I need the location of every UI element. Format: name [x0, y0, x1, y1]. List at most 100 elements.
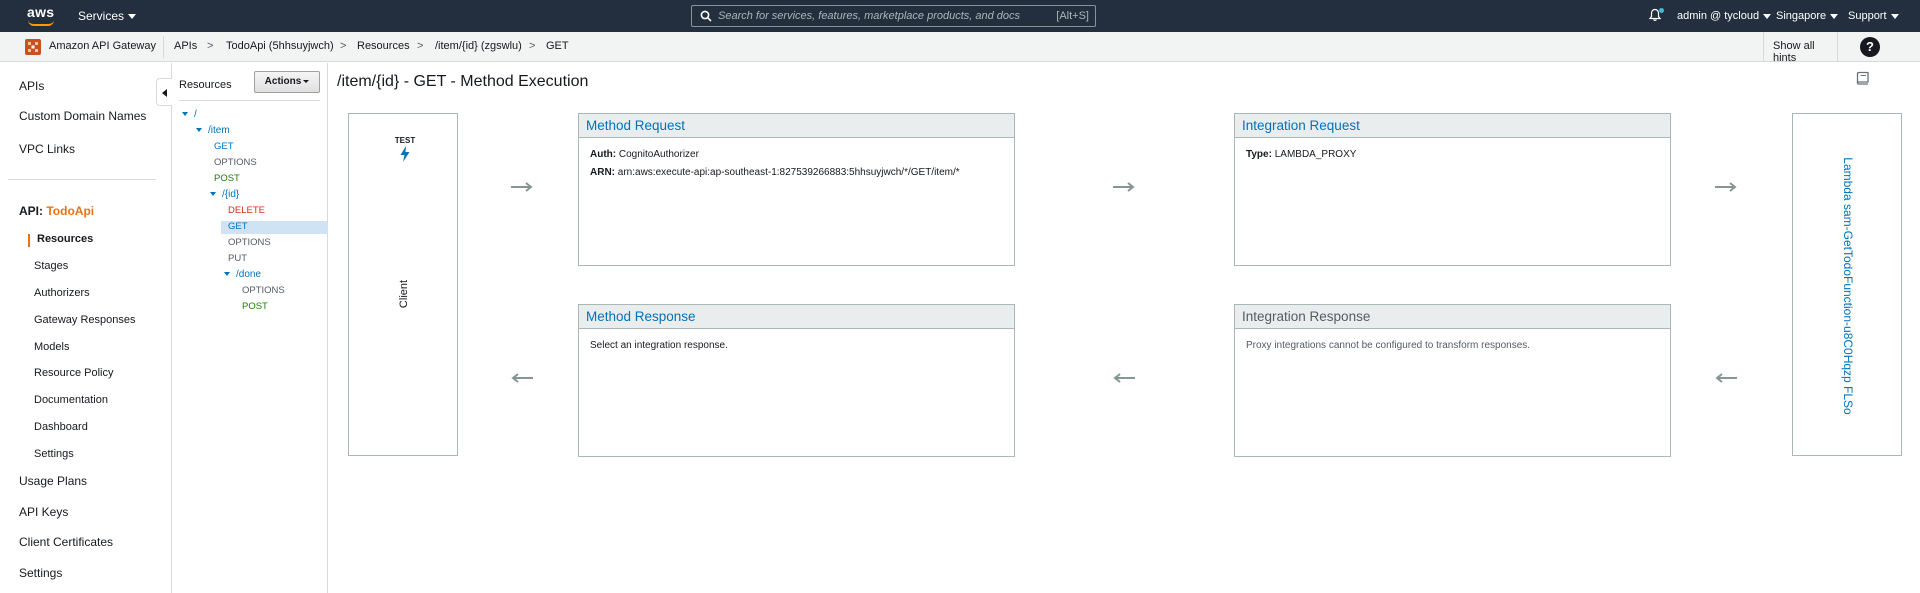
tree-label: / — [194, 109, 197, 120]
integration-request-title[interactable]: Integration Request — [1235, 114, 1670, 138]
breadcrumb-separator: > — [340, 40, 347, 52]
breadcrumb-resource[interactable]: /item/{id} (zgswlu) — [435, 40, 522, 52]
nav-dashboard[interactable]: Dashboard — [34, 421, 88, 433]
tree-method-get-selected[interactable]: GET — [228, 221, 248, 232]
client-box: TEST Client — [348, 113, 458, 456]
nav-client-certificates[interactable]: Client Certificates — [19, 535, 113, 549]
divider — [163, 36, 164, 58]
test-label: TEST — [394, 136, 416, 145]
region-label: Singapore — [1776, 10, 1827, 22]
api-name[interactable]: TodoApi — [46, 204, 94, 218]
nav-api-settings[interactable]: Settings — [34, 448, 74, 460]
breadcrumb-apis[interactable]: APIs — [174, 40, 197, 52]
test-button[interactable]: TEST — [392, 136, 418, 162]
tree-label: /{id} — [222, 189, 240, 200]
nav-stages[interactable]: Stages — [34, 260, 68, 272]
arrow-left-icon — [511, 373, 533, 383]
nav-gateway-responses[interactable]: Gateway Responses — [34, 314, 136, 326]
integration-request-body: Type: LAMBDA_PROXY — [1235, 138, 1670, 172]
services-menu[interactable]: Services — [78, 9, 137, 23]
breadcrumb-bar: Amazon API Gateway APIs > TodoApi (5hhsu… — [0, 32, 1920, 64]
account-label: admin @ tycloud — [1677, 10, 1760, 22]
aws-logo[interactable]: aws — [26, 4, 56, 28]
breadcrumb-separator: > — [417, 40, 424, 52]
method-response-body: Select an integration response. — [590, 340, 728, 351]
nav-resources[interactable]: Resources — [37, 233, 93, 245]
auth-row: Auth: CognitoAuthorizer — [590, 146, 1003, 164]
support-menu[interactable]: Support — [1848, 10, 1899, 22]
method-request-title[interactable]: Method Request — [579, 114, 1014, 138]
lambda-box: Lambda sam-GetTodoFunction-u8C0Hqzp FLSo — [1792, 113, 1902, 456]
service-name[interactable]: Amazon API Gateway — [49, 40, 156, 52]
expand-triangle-icon — [224, 272, 230, 277]
api-gateway-service-icon[interactable] — [24, 38, 42, 56]
tree-method-post[interactable]: POST — [214, 173, 240, 184]
resources-panel: Resources Actions / /item GET OPTIONS PO… — [172, 63, 328, 593]
help-icon[interactable]: ? — [1860, 37, 1880, 57]
chevron-down-icon — [1763, 13, 1772, 19]
arrow-left-icon — [1715, 373, 1737, 383]
integration-response-box: Integration Response Proxy integrations … — [1234, 304, 1671, 457]
arn-value: arn:aws:execute-api:ap-southeast-1:82753… — [617, 167, 960, 178]
nav-api-keys[interactable]: API Keys — [19, 505, 68, 519]
tree-method-delete[interactable]: DELETE — [228, 205, 265, 216]
nav-custom-domain-names[interactable]: Custom Domain Names — [19, 109, 146, 123]
expand-triangle-icon — [196, 128, 202, 133]
chevron-down-icon — [303, 79, 310, 83]
search-icon — [700, 10, 712, 22]
integration-response-title: Integration Response — [1235, 305, 1670, 329]
actions-label: Actions — [264, 76, 302, 87]
type-row: Type: LAMBDA_PROXY — [1246, 146, 1659, 164]
account-menu[interactable]: admin @ tycloud — [1677, 10, 1772, 22]
resources-title: Resources — [179, 79, 232, 91]
breadcrumb-api[interactable]: TodoApi (5hhsuyjwch) — [226, 40, 334, 52]
search-input[interactable] — [718, 8, 1038, 24]
chevron-down-icon — [1890, 13, 1899, 19]
tree-resource-done[interactable]: /done — [224, 269, 261, 280]
lightning-icon — [400, 146, 410, 162]
breadcrumb-resources[interactable]: Resources — [357, 40, 410, 52]
notifications-button[interactable] — [1648, 8, 1664, 24]
expand-triangle-icon — [182, 112, 188, 117]
nav-documentation[interactable]: Documentation — [34, 394, 108, 406]
api-prefix: API: — [19, 204, 43, 218]
nav-usage-plans[interactable]: Usage Plans — [19, 474, 87, 488]
arrow-right-icon — [1113, 182, 1135, 192]
search-shortcut-hint: [Alt+S] — [1056, 10, 1089, 22]
tree-method-put[interactable]: PUT — [228, 253, 247, 264]
type-value: LAMBDA_PROXY — [1274, 149, 1357, 160]
lambda-label-wrap: Lambda sam-GetTodoFunction-u8C0Hqzp FLSo — [1793, 114, 1903, 457]
arrow-right-icon — [1715, 182, 1737, 192]
chevron-left-icon — [162, 89, 167, 97]
top-navigation-bar: aws Services [Alt+S] admin @ tycloud Sin… — [0, 0, 1920, 32]
tree-method-options[interactable]: OPTIONS — [214, 157, 257, 168]
aws-smile-icon — [28, 20, 54, 26]
method-response-title[interactable]: Method Response — [579, 305, 1014, 329]
book-icon[interactable] — [1856, 71, 1870, 85]
page-title: /item/{id} - GET - Method Execution — [337, 73, 589, 90]
nav-settings[interactable]: Settings — [19, 566, 62, 580]
tree-method-options[interactable]: OPTIONS — [228, 237, 271, 248]
nav-resource-policy[interactable]: Resource Policy — [34, 367, 113, 379]
nav-authorizers[interactable]: Authorizers — [34, 287, 90, 299]
nav-models[interactable]: Models — [34, 341, 69, 353]
integration-response-body: Proxy integrations cannot be configured … — [1246, 340, 1531, 351]
tree-method-get[interactable]: GET — [214, 141, 234, 152]
integration-request-box: Integration Request Type: LAMBDA_PROXY — [1234, 113, 1671, 266]
tree-method-options[interactable]: OPTIONS — [242, 285, 285, 296]
client-label: Client — [398, 279, 410, 309]
search-box[interactable]: [Alt+S] — [691, 5, 1096, 27]
actions-dropdown[interactable]: Actions — [254, 71, 320, 93]
services-label: Services — [78, 9, 125, 23]
aws-logo-text: aws — [27, 4, 55, 20]
region-menu[interactable]: Singapore — [1776, 10, 1839, 22]
tree-resource-root[interactable]: / — [182, 109, 197, 120]
lambda-function-link[interactable]: Lambda sam-GetTodoFunction-u8C0Hqzp FLSo — [1841, 157, 1855, 414]
tree-method-post[interactable]: POST — [242, 301, 268, 312]
tree-resource-id[interactable]: /{id} — [210, 189, 239, 200]
show-all-hints-button[interactable]: Show all hints — [1763, 32, 1838, 64]
tree-resource-item[interactable]: /item — [196, 125, 230, 136]
nav-apis[interactable]: APIs — [19, 79, 44, 93]
nav-vpc-links[interactable]: VPC Links — [19, 142, 75, 156]
collapse-nav-button[interactable] — [156, 78, 172, 106]
